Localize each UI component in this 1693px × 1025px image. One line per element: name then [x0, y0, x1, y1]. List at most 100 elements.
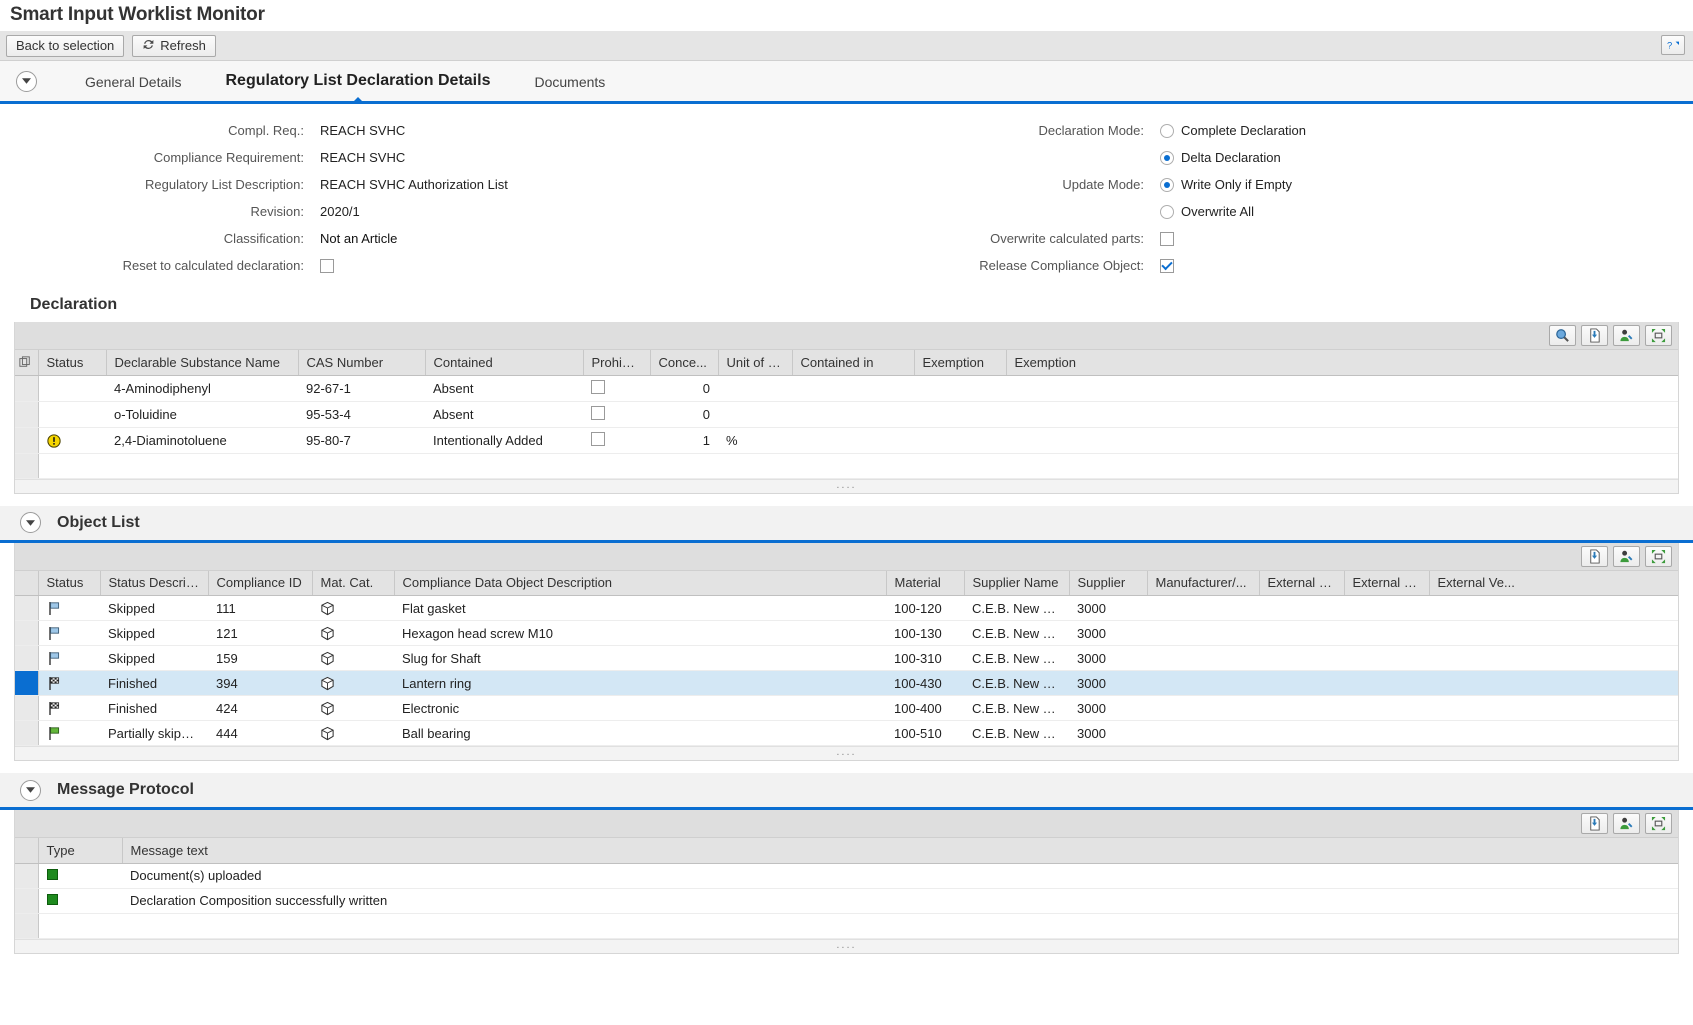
prohibited-checkbox[interactable]: [591, 379, 605, 394]
object-list-col-compliance-id[interactable]: Compliance ID: [208, 570, 313, 596]
reset-to-calculated-declaration-checkbox[interactable]: [320, 258, 334, 273]
collapse-toggle-message-protocol[interactable]: [20, 779, 41, 801]
declaration-col-unit-of-concentration[interactable]: Unit of Co...: [718, 350, 793, 376]
declaration-cell-concentration: 0: [650, 375, 718, 402]
row-handle[interactable]: [15, 720, 39, 747]
overwrite-calculated-parts-checkbox[interactable]: [1160, 231, 1174, 246]
object-list-col-manufacturer[interactable]: Manufacturer/...: [1147, 570, 1260, 596]
object-list-col-supplier-name[interactable]: Supplier Name: [964, 570, 1070, 596]
list-item[interactable]: Declaration Composition successfully wri…: [15, 888, 1678, 914]
declaration-col-exemption-2[interactable]: Exemption: [1006, 350, 1678, 376]
object-list-personalize-button[interactable]: [1613, 545, 1640, 567]
declaration-col-contained[interactable]: Contained: [425, 350, 584, 376]
declaration-settings-corner[interactable]: [15, 350, 39, 376]
object-list-table-resizer[interactable]: ....: [15, 746, 1678, 761]
prohibited-checkbox[interactable]: [591, 431, 605, 446]
row-handle[interactable]: [15, 620, 39, 647]
declaration-col-cas-number[interactable]: CAS Number: [298, 350, 426, 376]
table-row[interactable]: 4-Aminodiphenyl 92-67-1 Absent 0: [15, 375, 1678, 402]
tab-documents[interactable]: Documents: [512, 74, 627, 101]
export-document-icon: [1590, 328, 1600, 343]
message-protocol-col-message-text[interactable]: Message text: [122, 838, 1678, 864]
object-list-export-button[interactable]: [1581, 545, 1608, 567]
tab-general-details[interactable]: General Details: [63, 74, 204, 101]
declaration-table-resizer[interactable]: ....: [15, 478, 1678, 493]
radio-complete-declaration[interactable]: [1160, 123, 1174, 138]
row-handle[interactable]: [15, 375, 39, 402]
table-row[interactable]: Finished 424 Electronic 100-400 C.E.B. N…: [15, 695, 1678, 722]
message-protocol-fullscreen-button[interactable]: [1645, 813, 1672, 835]
object-list-col-status-description[interactable]: Status Descrip...: [100, 570, 209, 596]
object-list-cell-compliance-id[interactable]: 159: [208, 645, 312, 672]
list-item[interactable]: Document(s) uploaded: [15, 863, 1678, 889]
collapse-toggle-header[interactable]: [16, 70, 37, 92]
table-row[interactable]: Finished 394 Lantern ring 100-430 C.E.B.…: [15, 670, 1678, 697]
collapse-toggle-object-list[interactable]: [20, 512, 41, 533]
message-protocol-cell-text[interactable]: Declaration Composition successfully wri…: [122, 888, 1678, 914]
object-list-col-mat-cat[interactable]: Mat. Cat.: [312, 570, 395, 596]
row-handle[interactable]: [15, 888, 39, 914]
object-list-cell-status-desc: Finished: [100, 695, 208, 722]
row-handle[interactable]: [15, 670, 39, 697]
object-list-col-supplier[interactable]: Supplier: [1069, 570, 1148, 596]
message-protocol-export-button[interactable]: [1581, 813, 1608, 835]
object-list-col-external-ve[interactable]: External Ve...: [1429, 570, 1678, 596]
table-row[interactable]: Skipped 111 Flat gasket 100-120 C.E.B. N…: [15, 595, 1678, 622]
table-row[interactable]: Skipped 121 Hexagon head screw M10 100-1…: [15, 620, 1678, 647]
object-list-cell-compliance-id[interactable]: 394: [208, 670, 312, 697]
object-list-cell-ext-ve: [1429, 720, 1678, 747]
declaration-col-prohibited[interactable]: Prohibi...: [583, 350, 651, 376]
message-protocol-table-resizer[interactable]: ....: [15, 938, 1678, 953]
refresh-button[interactable]: Refresh: [132, 34, 216, 57]
message-protocol-cell-text[interactable]: Document(s) uploaded: [122, 863, 1678, 889]
message-protocol-settings-corner[interactable]: [15, 838, 39, 864]
declaration-col-concentration[interactable]: Conce...: [650, 350, 719, 376]
object-list-cell-compliance-id[interactable]: 111: [208, 595, 312, 622]
prohibited-checkbox[interactable]: [591, 405, 605, 420]
object-list-cell-manufacturer: [1147, 595, 1259, 622]
radio-overwrite-all[interactable]: [1160, 204, 1174, 219]
radio-delta-declaration[interactable]: [1160, 150, 1174, 165]
object-list-cell-supplier: 3000: [1069, 670, 1147, 697]
object-list-cell-ext-m1: [1259, 670, 1344, 697]
row-handle[interactable]: [15, 645, 39, 672]
declaration-col-exemption-1[interactable]: Exemption: [914, 350, 1007, 376]
table-row[interactable]: Partially skipped 444 Ball bearing 100-5…: [15, 720, 1678, 747]
table-row[interactable]: 2,4-Diaminotoluene 95-80-7 Intentionally…: [15, 427, 1678, 454]
help-button[interactable]: ?: [1661, 35, 1685, 55]
object-list-col-external-m2[interactable]: External M...: [1344, 570, 1430, 596]
object-list-cell-compliance-id[interactable]: 444: [208, 720, 312, 747]
tab-regulatory-list-declaration-details[interactable]: Regulatory List Declaration Details: [204, 72, 513, 101]
declaration-fullscreen-button[interactable]: [1645, 325, 1672, 346]
object-list-cell-compliance-id[interactable]: 121: [208, 620, 312, 647]
declaration-col-contained-in[interactable]: Contained in: [792, 350, 915, 376]
chevron-down-icon: [26, 787, 35, 794]
row-handle[interactable]: [15, 401, 39, 428]
message-protocol-personalize-button[interactable]: [1613, 813, 1640, 835]
declaration-col-status[interactable]: Status: [38, 350, 107, 376]
declaration-col-substance-name[interactable]: Declarable Substance Name: [106, 350, 299, 376]
object-list-cell-supplier: 3000: [1069, 645, 1147, 672]
object-list-cell-compliance-id[interactable]: 424: [208, 695, 312, 722]
radio-write-only-if-empty[interactable]: [1160, 177, 1174, 192]
declaration-cell-substance: 4-Aminodiphenyl: [106, 375, 298, 402]
row-handle[interactable]: [15, 595, 39, 622]
release-compliance-object-checkbox[interactable]: [1160, 258, 1174, 273]
message-protocol-table: Type Message text Document(s) uploaded D…: [15, 838, 1678, 939]
table-row[interactable]: Skipped 159 Slug for Shaft 100-310 C.E.B…: [15, 645, 1678, 672]
object-list-col-material[interactable]: Material: [886, 570, 965, 596]
row-handle[interactable]: [15, 427, 39, 454]
declaration-personalize-button[interactable]: [1613, 325, 1640, 346]
object-list-col-status[interactable]: Status: [38, 570, 101, 596]
back-to-selection-button[interactable]: Back to selection: [6, 34, 125, 57]
message-protocol-col-type[interactable]: Type: [38, 838, 123, 864]
declaration-export-button[interactable]: [1581, 325, 1608, 346]
row-handle[interactable]: [15, 695, 39, 722]
row-handle[interactable]: [15, 863, 39, 889]
object-list-settings-corner[interactable]: [15, 570, 39, 596]
object-list-col-external-m1[interactable]: External M...: [1259, 570, 1345, 596]
declaration-search-button[interactable]: [1549, 325, 1576, 346]
table-row[interactable]: o-Toluidine 95-53-4 Absent 0: [15, 401, 1678, 428]
object-list-col-description[interactable]: Compliance Data Object Description: [394, 570, 887, 596]
object-list-fullscreen-button[interactable]: [1645, 545, 1672, 567]
